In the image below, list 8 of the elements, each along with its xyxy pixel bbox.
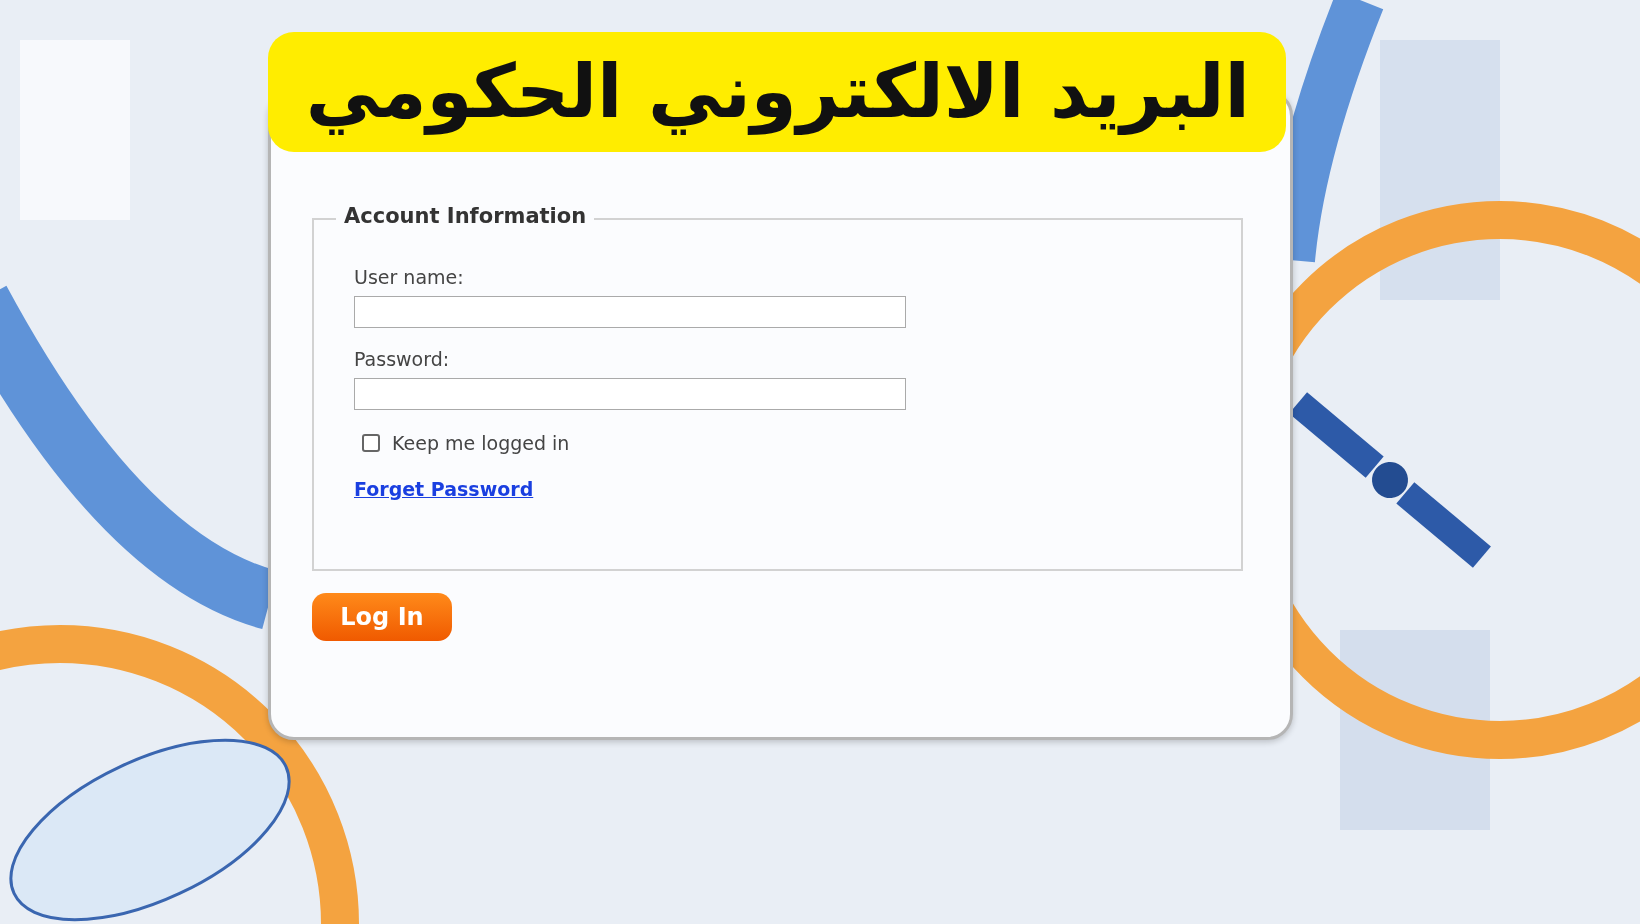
- field-label: User name:: [354, 266, 465, 288]
- field-label: Password:: [354, 348, 451, 370]
- forgot-password-link[interactable]: Forget Password: [354, 478, 534, 500]
- checkbox[interactable]: [362, 434, 380, 452]
- banner-title: البريد الالكتروني الحكومي: [305, 51, 1250, 133]
- input-field[interactable]: [354, 296, 906, 328]
- checkbox-label: Keep me logged in: [392, 432, 570, 454]
- input-field[interactable]: [354, 378, 906, 410]
